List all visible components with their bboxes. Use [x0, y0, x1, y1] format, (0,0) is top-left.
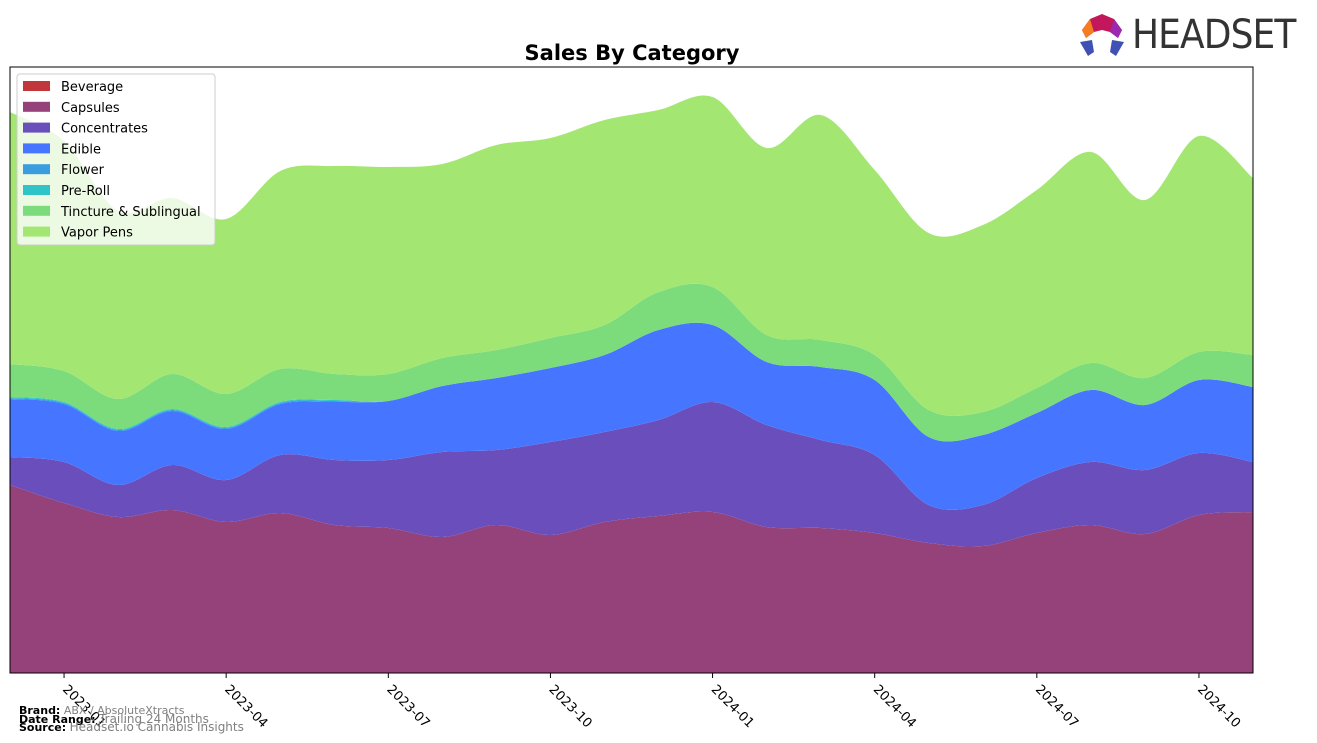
legend-swatch — [23, 185, 50, 195]
legend: Beverage Capsules Concentrates Edible Flower… — [16, 73, 216, 246]
legend-label: Beverage — [61, 80, 123, 95]
legend-label: Concentrates — [61, 122, 148, 137]
x-tick-label: 2024-04 — [870, 682, 919, 731]
headset-logo-text: HEADSET — [1132, 12, 1296, 58]
legend-label: Flower — [61, 163, 105, 178]
x-tick-label: 2023-10 — [546, 682, 595, 731]
chart-title: Sales By Category — [525, 41, 740, 65]
legend-swatch — [23, 101, 50, 112]
x-tick-label: 2023-07 — [383, 682, 432, 731]
legend-label: Capsules — [61, 101, 120, 116]
legend-swatch — [23, 226, 50, 237]
legend-label: Edible — [61, 142, 101, 157]
legend-swatch — [23, 81, 50, 91]
legend-swatch — [23, 205, 50, 216]
x-tick-label: 2024-10 — [1194, 682, 1243, 731]
headset-logo-icon — [1080, 14, 1124, 56]
x-tick-label: 2024-07 — [1032, 682, 1081, 731]
legend-label: Tincture & Sublingual — [60, 205, 201, 220]
legend-swatch — [23, 164, 50, 175]
footer-source-value: Headset.io Cannabis Insights — [69, 720, 244, 734]
footer-source-label: Source: — [19, 721, 67, 734]
legend-swatch — [23, 143, 50, 154]
legend-label: Vapor Pens — [61, 226, 133, 241]
x-tick-label: 2024-01 — [708, 682, 757, 731]
legend-label: Pre-Roll — [61, 184, 110, 199]
headset-logo: HEADSET — [1078, 12, 1314, 58]
sales-by-category-chart: Sales By Category 2023-01 2023-04 2023-07 2… — [9, 41, 1254, 731]
footer-source: Source: Headset.io Cannabis Insights — [19, 720, 244, 734]
legend-swatch — [23, 122, 50, 133]
